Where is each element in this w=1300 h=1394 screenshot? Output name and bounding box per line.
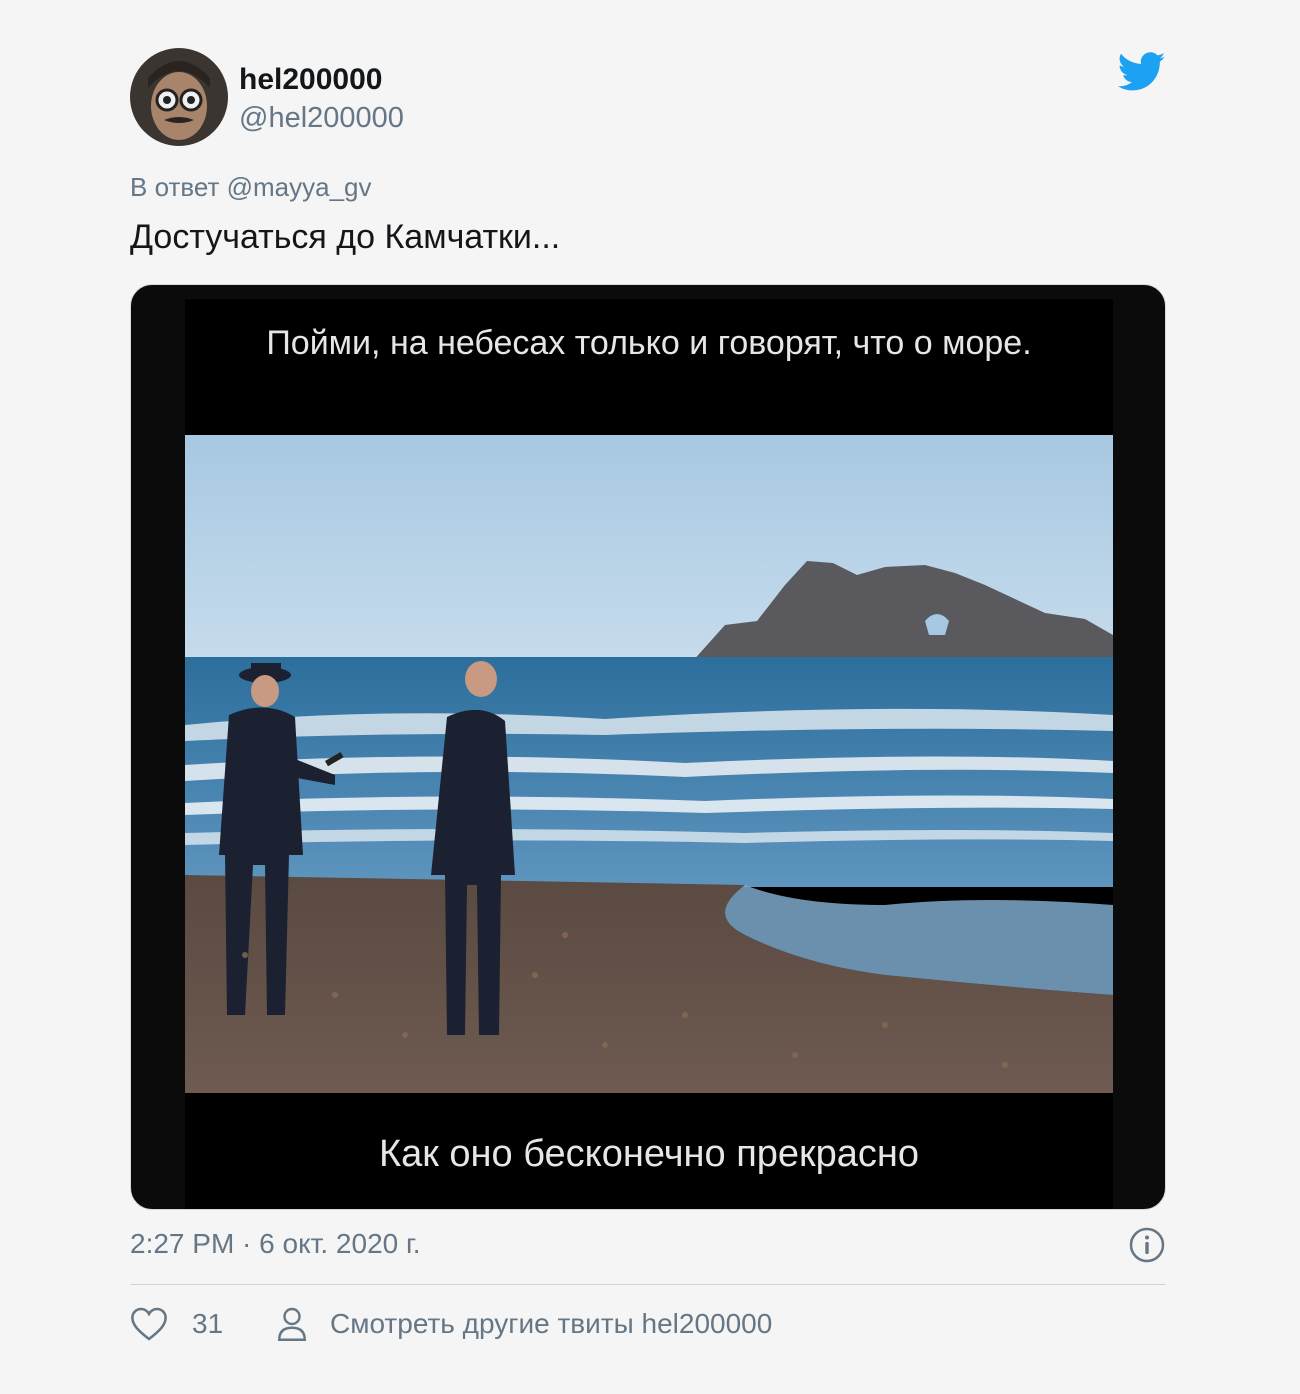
tweet-card: hel200000 @hel200000 В ответ @mayya_gv Д… [130,48,1166,1341]
like-count: 31 [192,1308,224,1339]
reply-prefix: В ответ [130,172,227,202]
more-tweets-label: Смотреть другие твиты hel200000 [330,1308,773,1339]
avatar[interactable] [130,48,228,146]
meme-caption-top: Пойми, на небесах только и говорят, что … [266,324,1032,362]
info-icon[interactable] [1128,1226,1166,1264]
tweet-timestamp[interactable]: 2:27 PM · 6 окт. 2020 г. [130,1228,421,1260]
meme-image: Пойми, на небесах только и говорят, что … [185,299,1113,1209]
tweet-header: hel200000 @hel200000 [130,48,1166,146]
twitter-bird-icon[interactable] [1118,52,1166,92]
tweet-text: Достучаться до Камчатки... [130,218,561,256]
more-tweets-link[interactable]: Смотреть другие твиты hel200000 [276,1306,772,1342]
divider [130,1284,1166,1285]
author-name[interactable]: hel200000 [239,63,382,97]
author-handle[interactable]: @hel200000 [239,102,404,135]
reply-mention-link[interactable]: @mayya_gv [227,172,372,202]
meme-caption-bottom: Как оно бесконечно прекрасно [378,1133,920,1175]
tweet-media[interactable]: Пойми, на небесах только и говорят, что … [130,284,1166,1210]
heart-icon [131,1307,167,1341]
tweet-actions: 31 Смотреть другие твиты hel200000 [130,1306,1166,1346]
like-button[interactable]: 31 [130,1306,223,1342]
reply-context: В ответ @mayya_gv [130,172,372,203]
person-icon [278,1307,306,1341]
beach-photo [185,435,1113,1093]
